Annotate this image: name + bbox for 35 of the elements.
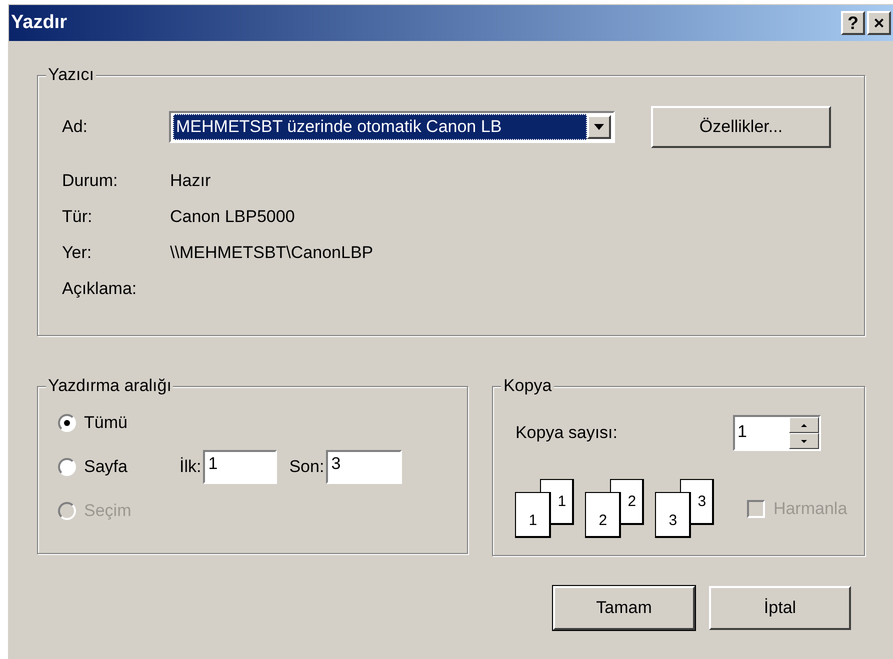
radio-label[interactable]: Tümü <box>84 410 128 436</box>
spin-box[interactable]: 1 <box>733 415 822 451</box>
field-value: Canon LBP5000 <box>170 206 295 228</box>
field-label: Tür: <box>62 206 94 228</box>
window-title: Yazdır <box>11 10 67 35</box>
dropdown-value: MEHMETSBT üzerinde otomatik Canon LB <box>173 114 587 140</box>
field-label: Açıklama: <box>62 278 138 300</box>
spin-down-icon[interactable] <box>789 433 820 449</box>
field-label: Ad: <box>62 116 89 138</box>
spin-up-icon[interactable] <box>789 417 820 433</box>
field-label: Yer: <box>62 242 93 264</box>
dialog-button[interactable]: Özellikler... <box>651 106 831 148</box>
input-field[interactable]: 1 <box>203 450 278 484</box>
printer-dropdown[interactable]: MEHMETSBT üzerinde otomatik Canon LB <box>169 111 615 143</box>
field-label: Durum: <box>62 170 119 192</box>
title-bar-button[interactable]: × <box>867 11 891 35</box>
dialog-button[interactable]: İptal <box>709 586 851 630</box>
page-number: 3 <box>698 494 706 509</box>
spin-value: 1 <box>736 421 748 443</box>
page-number: 3 <box>668 513 678 528</box>
radio-button[interactable] <box>58 414 76 432</box>
page-number: 1 <box>558 494 566 509</box>
dialog-button[interactable]: Tamam <box>553 586 695 630</box>
input-field[interactable]: 3 <box>326 450 402 484</box>
field-label: Son: <box>289 456 324 478</box>
title-bar-button[interactable]: ? <box>841 11 865 35</box>
page-number: 1 <box>528 513 538 528</box>
page-number: 2 <box>628 494 636 509</box>
field-value: Hazır <box>170 170 211 192</box>
radio-label[interactable]: Sayfa <box>84 454 128 480</box>
field-label: Kopya sayısı: <box>515 422 619 444</box>
field-label: İlk: <box>179 456 202 478</box>
radio-button[interactable] <box>58 458 76 476</box>
page-number: 2 <box>598 513 608 528</box>
field-value: \\MEHMETSBT\CanonLBP <box>170 242 374 264</box>
